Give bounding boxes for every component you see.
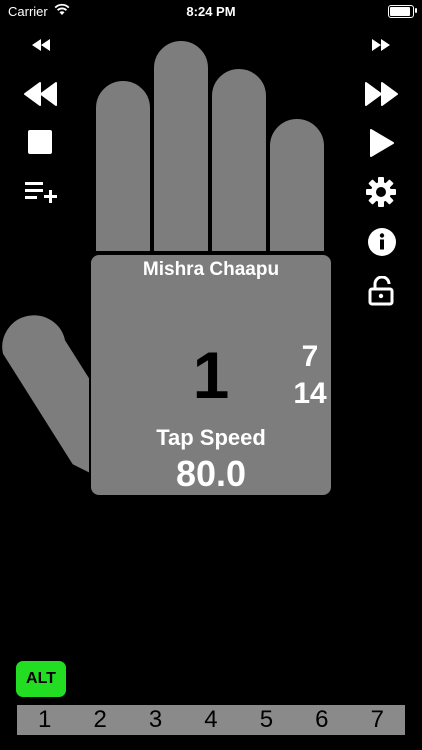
tap-speed-value: 80.0 bbox=[175, 453, 247, 494]
play-icon[interactable] bbox=[369, 128, 395, 158]
add-to-playlist-icon[interactable] bbox=[25, 180, 57, 204]
beat-number-5[interactable]: 5 bbox=[239, 705, 294, 735]
beat-number-1[interactable]: 1 bbox=[17, 705, 72, 735]
info-icon[interactable] bbox=[367, 227, 397, 257]
finger-3 bbox=[210, 67, 268, 253]
total-beats: 14 bbox=[293, 377, 327, 410]
beat-number-6[interactable]: 6 bbox=[294, 705, 349, 735]
rewind-icon[interactable] bbox=[23, 82, 59, 106]
thumb bbox=[0, 313, 94, 477]
beat-number-3[interactable]: 3 bbox=[128, 705, 183, 735]
current-beat: 1 bbox=[192, 338, 230, 412]
finger-1 bbox=[94, 79, 152, 253]
alt-button[interactable]: ALT bbox=[16, 661, 66, 697]
tap-speed-label: Tap Speed bbox=[156, 425, 266, 450]
unlock-icon[interactable] bbox=[368, 276, 396, 306]
fast-forward-icon[interactable] bbox=[363, 82, 399, 106]
stop-icon[interactable] bbox=[27, 129, 53, 155]
tala-title: Mishra Chaapu bbox=[142, 259, 280, 280]
skip-forward-small-icon[interactable] bbox=[370, 38, 392, 52]
beat-number-7[interactable]: 7 bbox=[350, 705, 405, 735]
beat-number-2[interactable]: 2 bbox=[72, 705, 127, 735]
finger-2 bbox=[152, 39, 210, 253]
beat-number-4[interactable]: 4 bbox=[183, 705, 238, 735]
beat-number-bar: 1 2 3 4 5 6 7 bbox=[17, 705, 405, 735]
beats-per-cycle: 7 bbox=[301, 340, 319, 373]
finger-4 bbox=[268, 117, 326, 253]
settings-gear-icon[interactable] bbox=[365, 176, 397, 208]
skip-back-small-icon[interactable] bbox=[30, 38, 52, 52]
